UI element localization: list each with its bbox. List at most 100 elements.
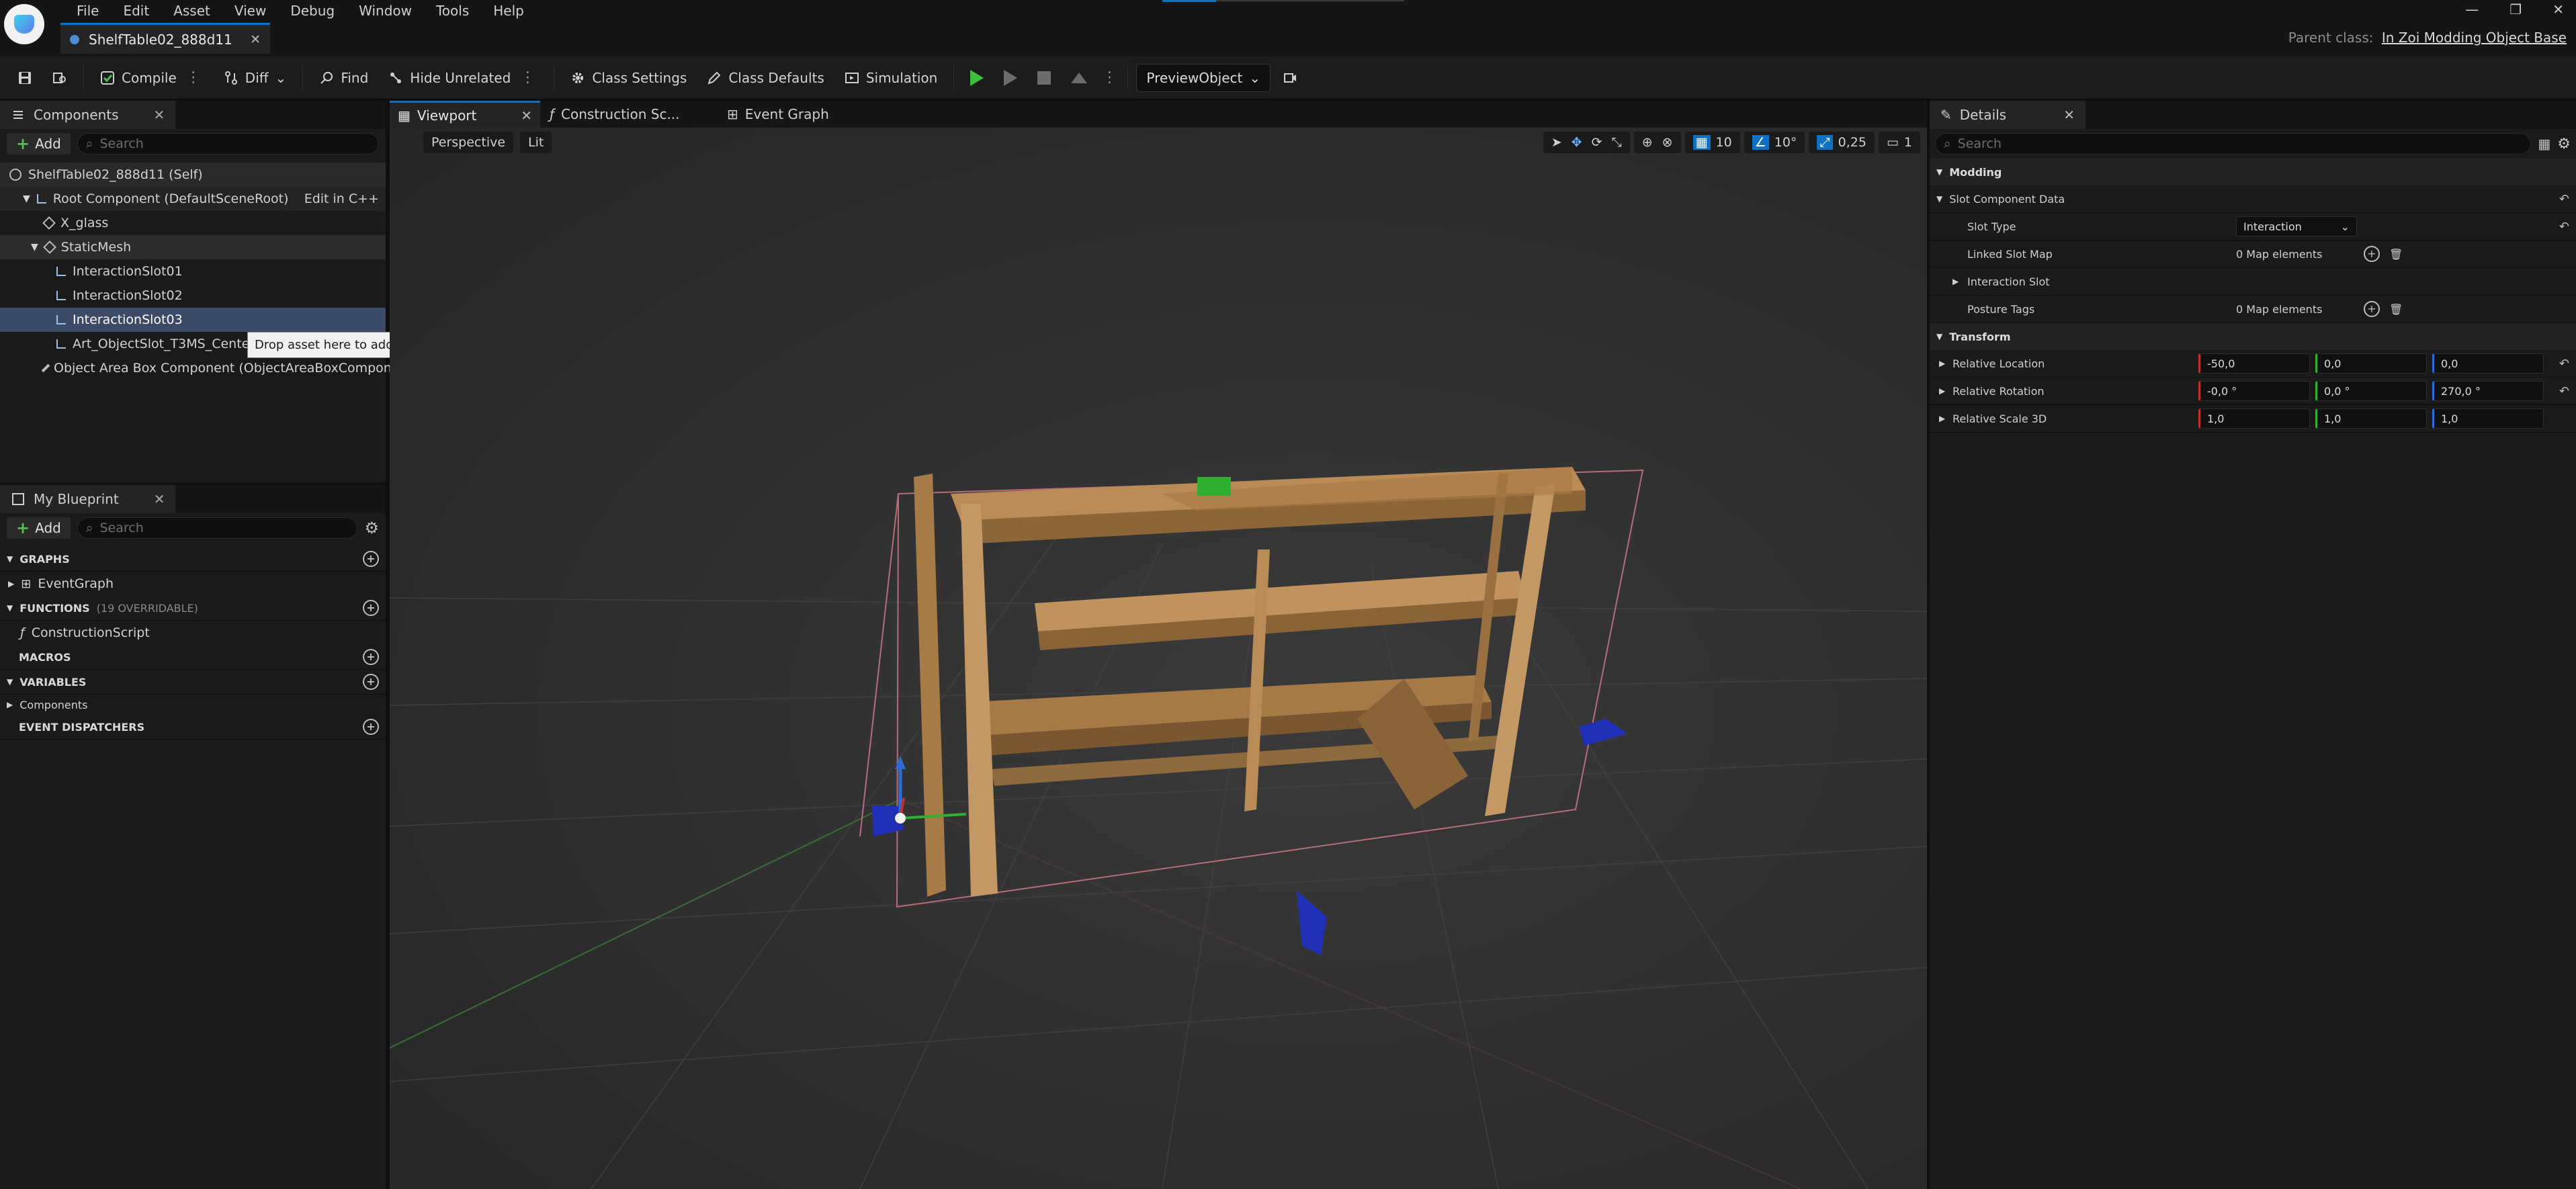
tree-item-interaction-slot-01[interactable]: InteractionSlot01 <box>0 259 386 283</box>
edit-in-cpp-link[interactable]: Edit in C++ <box>304 191 379 206</box>
add-function-icon[interactable]: + <box>363 600 379 616</box>
tab-event-graph[interactable]: ⊞ Event Graph <box>718 101 839 128</box>
find-button[interactable]: Find <box>311 63 376 93</box>
add-element-icon[interactable]: + <box>2364 246 2380 262</box>
close-icon[interactable]: ✕ <box>2063 107 2075 123</box>
class-settings-button[interactable]: Class Settings <box>562 63 695 93</box>
reset-icon[interactable]: ↶ <box>2559 192 2569 206</box>
add-component-button[interactable]: + Add <box>7 133 71 155</box>
close-icon[interactable]: ✕ <box>154 491 165 507</box>
list-item-construction-script[interactable]: ƒ ConstructionScript <box>0 621 386 645</box>
close-icon[interactable]: ✕ <box>250 32 261 47</box>
location-z-input[interactable]: 0,0 <box>2432 353 2544 373</box>
select-icon[interactable]: ➤ <box>1551 135 1562 150</box>
category-modding[interactable]: ▼ Modding <box>1930 159 2576 185</box>
chevron-right-icon[interactable]: ▶ <box>8 579 14 588</box>
more-icon[interactable]: ⋮ <box>183 69 204 86</box>
section-functions[interactable]: ▼ FUNCTIONS (19 OVERRIDABLE) + <box>0 596 386 621</box>
browse-button[interactable] <box>44 63 75 93</box>
menu-help[interactable]: Help <box>481 0 536 21</box>
my-blueprint-search-input[interactable]: ⌕ Search <box>77 517 358 539</box>
tab-details[interactable]: ✎ Details ✕ <box>1930 101 2086 129</box>
close-icon[interactable]: ✕ <box>154 107 165 123</box>
close-window-icon[interactable]: ✕ <box>2547 0 2569 19</box>
scale-z-input[interactable]: 1,0 <box>2432 408 2544 429</box>
add-graph-icon[interactable]: + <box>363 551 379 567</box>
tab-construction-script[interactable]: ƒ Construction Sc... <box>540 101 718 128</box>
row-interaction-slot[interactable]: ▶ Interaction Slot <box>1930 268 2576 296</box>
add-variable-icon[interactable]: + <box>363 674 379 690</box>
rotation-y-input[interactable]: 0,0 ° <box>2315 381 2427 401</box>
translate-icon[interactable]: ✥ <box>1572 135 1582 150</box>
class-defaults-button[interactable]: Class Defaults <box>699 63 832 93</box>
menu-tools[interactable]: Tools <box>424 0 481 21</box>
menu-file[interactable]: File <box>65 0 111 21</box>
app-logo-icon[interactable] <box>4 4 44 44</box>
details-search-input[interactable]: ⌕ Search <box>1935 133 2532 155</box>
add-event-dispatcher-icon[interactable]: + <box>363 719 379 735</box>
reset-icon[interactable]: ↶ <box>2559 357 2569 371</box>
section-variables[interactable]: ▼ VARIABLES + <box>0 670 386 695</box>
more-icon[interactable]: ⋮ <box>517 69 538 86</box>
tab-viewport[interactable]: ▦ Viewport ✕ <box>390 101 540 128</box>
viewport[interactable]: Perspective Lit ➤ ✥ ⟳ ⤡ ⊕ ⊗ ▦ 10 ∠ 10° ⤢… <box>390 128 1927 1189</box>
chevron-right-icon[interactable]: ▶ <box>1930 414 1952 423</box>
tree-item-static-mesh[interactable]: ▼ StaticMesh <box>0 235 386 259</box>
simulation-button[interactable]: Simulation <box>836 63 946 93</box>
chevron-right-icon[interactable]: ▶ <box>1930 359 1952 368</box>
tree-item-self[interactable]: ShelfTable02_888d11 (Self) <box>0 163 386 187</box>
diff-button[interactable]: Diff ⌄ <box>216 63 295 93</box>
scale-y-input[interactable]: 1,0 <box>2315 408 2427 429</box>
chevron-right-icon[interactable]: ▶ <box>7 700 13 709</box>
scale-x-input[interactable]: 1,0 <box>2198 408 2310 429</box>
restore-icon[interactable]: ❐ <box>2504 0 2527 19</box>
list-item-event-graph[interactable]: ▶ ⊞ EventGraph <box>0 572 386 596</box>
rotate-icon[interactable]: ⟳ <box>1592 135 1602 150</box>
row-slot-component-data[interactable]: ▼ Slot Component Data ↶ <box>1930 185 2576 213</box>
gear-icon[interactable]: ⚙ <box>364 519 379 537</box>
preview-object-select[interactable]: PreviewObject ⌄ <box>1136 63 1271 92</box>
add-macro-icon[interactable]: + <box>363 649 379 665</box>
section-macros[interactable]: MACROS + <box>0 645 386 670</box>
category-transform[interactable]: ▼ Transform <box>1930 323 2576 350</box>
debug-object-button[interactable] <box>1275 63 1305 93</box>
menu-asset[interactable]: Asset <box>161 0 222 21</box>
scale-icon[interactable]: ⤡ <box>1612 135 1622 150</box>
table-view-icon[interactable]: ▦ <box>2538 136 2550 152</box>
chevron-right-icon[interactable]: ▶ <box>1930 386 1952 396</box>
menu-view[interactable]: View <box>222 0 278 21</box>
gear-icon[interactable]: ⚙ <box>2557 136 2571 152</box>
reset-icon[interactable]: ↶ <box>2559 384 2569 398</box>
hide-unrelated-button[interactable]: Hide Unrelated ⋮ <box>380 63 546 93</box>
lit-button[interactable]: Lit <box>520 132 552 153</box>
menu-edit[interactable]: Edit <box>111 0 161 21</box>
location-x-input[interactable]: -50,0 <box>2198 353 2310 373</box>
section-event-dispatchers[interactable]: EVENT DISPATCHERS + <box>0 715 386 740</box>
minimize-icon[interactable]: — <box>2460 0 2484 19</box>
location-y-input[interactable]: 0,0 <box>2315 353 2427 373</box>
close-icon[interactable]: ✕ <box>521 107 532 124</box>
tree-item-object-area-box[interactable]: Object Area Box Component (ObjectAreaBox… <box>0 356 392 380</box>
rotation-snap-toggle[interactable]: ∠ 10° <box>1744 132 1805 153</box>
list-item-components[interactable]: ▶ Components <box>0 695 386 715</box>
trash-icon[interactable]: 🗑 <box>2389 248 2403 261</box>
play-button[interactable] <box>962 63 992 93</box>
save-button[interactable] <box>9 63 40 93</box>
document-tab[interactable]: ShelfTable02_888d11 ✕ <box>60 23 270 54</box>
camera-speed-button[interactable]: ▭ 1 <box>1878 132 1920 153</box>
tree-item-interaction-slot-03[interactable]: InteractionSlot03 <box>0 308 386 332</box>
components-search-input[interactable]: ⌕ Search <box>77 133 379 155</box>
add-member-button[interactable]: + Add <box>7 517 71 539</box>
scale-snap-toggle[interactable]: ⤢ 0,25 <box>1809 132 1875 153</box>
slot-type-select[interactable]: Interaction ⌄ <box>2236 216 2357 236</box>
compile-button[interactable]: Compile ⋮ <box>92 63 212 93</box>
world-space-icon[interactable]: ⊕ <box>1642 135 1653 150</box>
rotation-x-input[interactable]: -0,0 ° <box>2198 381 2310 401</box>
tree-item-x-glass[interactable]: X_glass <box>0 211 386 235</box>
perspective-button[interactable]: Perspective <box>423 132 514 153</box>
parent-class-link[interactable]: In Zoi Modding Object Base <box>2382 30 2567 46</box>
trash-icon[interactable]: 🗑 <box>2389 303 2403 316</box>
tree-item-root-component[interactable]: ▼ Root Component (DefaultSceneRoot) Edit… <box>0 187 386 211</box>
chevron-down-icon[interactable]: ▼ <box>31 242 38 253</box>
menu-debug[interactable]: Debug <box>278 0 347 21</box>
